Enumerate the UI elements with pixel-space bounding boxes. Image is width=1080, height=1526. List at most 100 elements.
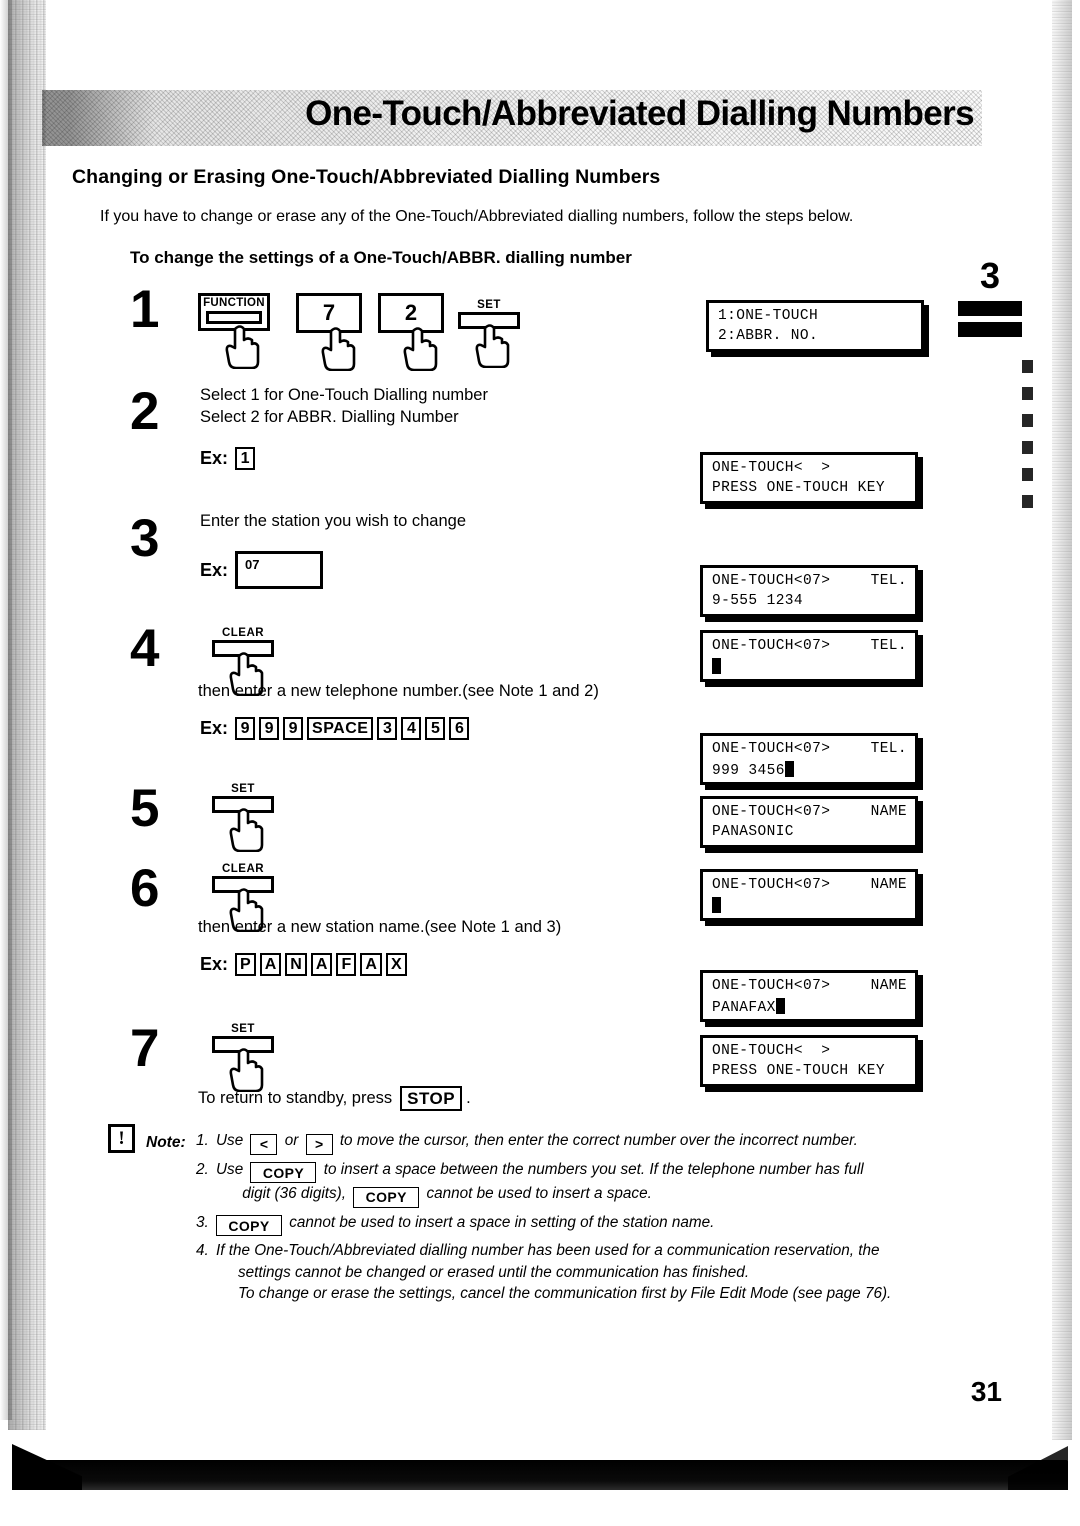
key-copy-3[interactable]: COPY [216,1215,282,1236]
step-3-line-1: Enter the station you wish to change [200,512,466,530]
example-key-a2[interactable]: A [310,953,333,976]
lcd-2-line2: PRESS ONE-TOUCH KEY [712,480,885,496]
step-4-example: Ex: 9 9 9 SPACE 3 4 5 6 [200,717,473,740]
note-label: Note: [146,1134,186,1151]
step-6-example: Ex: P A N A F A X [200,953,411,976]
lcd-1-line2: 2:ABBR. NO. [718,328,819,344]
note-item-1: 1. Use < or > to move the cursor, then e… [196,1130,966,1155]
step-3-example: Ex: 07 [200,551,324,589]
key-label-set: SET [231,1023,255,1035]
step-2-line-1: Select 1 for One-Touch Dialling number [200,386,488,404]
scan-edge-right [1052,0,1072,1440]
key-clear-2[interactable]: CLEAR [212,863,274,932]
key-set-3[interactable]: SET [212,1023,274,1092]
step-number-5: 5 [130,779,160,838]
lcd-3-line2: 9-555 1234 [712,593,804,609]
lcd-5-line1-left: ONE-TOUCH<07> [712,741,831,757]
example-key-space[interactable]: SPACE [307,717,374,740]
key-cursor-left[interactable]: < [250,1133,278,1155]
cursor-block-icon [712,658,721,674]
note-1-text-mid: or [284,1132,299,1149]
example-key-4[interactable]: 4 [401,717,422,740]
lcd-8-line1-right: NAME [870,978,907,994]
lcd-display-1: 1:ONE-TOUCH 2:ABBR. NO. [706,300,924,352]
example-key-p[interactable]: P [235,953,256,976]
key-set-1[interactable]: SET [458,299,520,368]
example-key-3[interactable]: 3 [377,717,398,740]
step-number-1: 1 [130,280,160,339]
note-3-text: cannot be used to insert a space in sett… [289,1213,715,1231]
step-6-line-1: then enter a new station name.(see Note … [198,918,562,936]
tab-bar-1 [958,301,1022,316]
example-key-a1[interactable]: A [259,953,282,976]
note-item-3: 3. COPY cannot be used to insert a space… [196,1212,966,1236]
lcd-8-line1-left: ONE-TOUCH<07> [712,978,831,994]
lcd-5-line2: 999 3456 [712,763,785,779]
scan-edge-ticks [1020,360,1036,522]
chapter-tab-marker: 3 [958,258,1022,337]
lcd-display-3: ONE-TOUCH<07> TEL. 9-555 1234 [700,565,918,617]
example-label: Ex: [200,448,229,468]
key-2[interactable]: 2 [378,293,444,371]
chapter-tab-number: 3 [979,255,1001,296]
example-key-n[interactable]: N [285,953,307,976]
lcd-6-line2: PANASONIC [712,824,794,840]
note-item-2: 2. Use COPY to insert a space between th… [196,1159,966,1208]
lcd-1-line1-left: 1:ONE-TOUCH [718,308,819,324]
lcd-display-6: ONE-TOUCH<07> NAME PANASONIC [700,796,918,848]
cursor-block-icon [775,998,785,1014]
note-2-text-d: cannot be used to insert a space. [426,1185,652,1202]
lcd-display-9: ONE-TOUCH< > PRESS ONE-TOUCH KEY [700,1035,918,1087]
section-heading: Changing or Erasing One-Touch/Abbreviate… [72,166,661,188]
note-4-text-c: To change or erase the settings, cancel … [238,1285,892,1303]
step-number-6: 6 [130,859,160,918]
scanned-page: One-Touch/Abbreviated Dialling Numbers C… [0,0,1080,1526]
step-number-3: 3 [130,509,160,568]
note-index: 4. [196,1242,209,1259]
lcd-4-line1-right: TEL. [870,638,907,654]
example-key-1[interactable]: 1 [235,447,256,470]
step-2-example: Ex: 1 [200,447,259,470]
example-label: Ex: [200,718,229,738]
lcd-display-2: ONE-TOUCH< > PRESS ONE-TOUCH KEY [700,452,918,504]
example-key-f[interactable]: F [336,953,357,976]
step-4-line-1: then enter a new telephone number.(see N… [198,682,599,700]
lcd-7-line1-right: NAME [870,877,907,893]
exclamation-icon: ! [108,1124,135,1153]
note-4-text-b: settings cannot be changed or erased unt… [238,1263,750,1281]
example-key-9b[interactable]: 9 [259,717,280,740]
key-cursor-right[interactable]: > [305,1133,333,1155]
key-copy-2[interactable]: COPY [353,1186,420,1208]
sub-heading: To change the settings of a One-Touch/AB… [130,248,632,267]
key-set-2[interactable]: SET [212,783,274,852]
note-2-text-a: Use [216,1160,244,1178]
example-key-9c[interactable]: 9 [283,717,304,740]
section-banner: One-Touch/Abbreviated Dialling Numbers [42,90,982,146]
tab-bar-2 [958,322,1022,337]
note-2-text-b: to insert a space between the numbers yo… [323,1160,864,1178]
cursor-block-icon [784,761,794,777]
note-index: 1. [196,1132,209,1149]
key-copy-1[interactable]: COPY [250,1162,317,1183]
example-key-x[interactable]: X [385,953,407,976]
example-key-6[interactable]: 6 [449,717,470,740]
lcd-6-line1-left: ONE-TOUCH<07> [712,804,831,820]
scan-edge-left [8,0,46,1430]
lcd-9-line2: PRESS ONE-TOUCH KEY [712,1063,885,1079]
key-label-set: SET [477,299,501,311]
example-key-5[interactable]: 5 [425,717,446,740]
note-1-text-a: Use [216,1132,244,1149]
station-number-box[interactable]: 07 [235,551,324,589]
key-clear-1[interactable]: CLEAR [212,627,274,696]
key-function[interactable]: FUNCTION [198,293,270,369]
step-number-2: 2 [130,382,160,441]
pressing-hand-icon [225,325,260,369]
example-key-9a[interactable]: 9 [235,717,256,740]
pressing-hand-icon [403,327,438,371]
note-2-text-c: digit (36 digits), [242,1185,346,1202]
key-stop[interactable]: STOP [400,1086,463,1111]
key-7[interactable]: 7 [296,293,362,371]
example-key-a3[interactable]: A [360,953,382,976]
lcd-5-line1-right: TEL. [870,741,907,757]
lcd-6-line1-right: NAME [870,804,907,820]
